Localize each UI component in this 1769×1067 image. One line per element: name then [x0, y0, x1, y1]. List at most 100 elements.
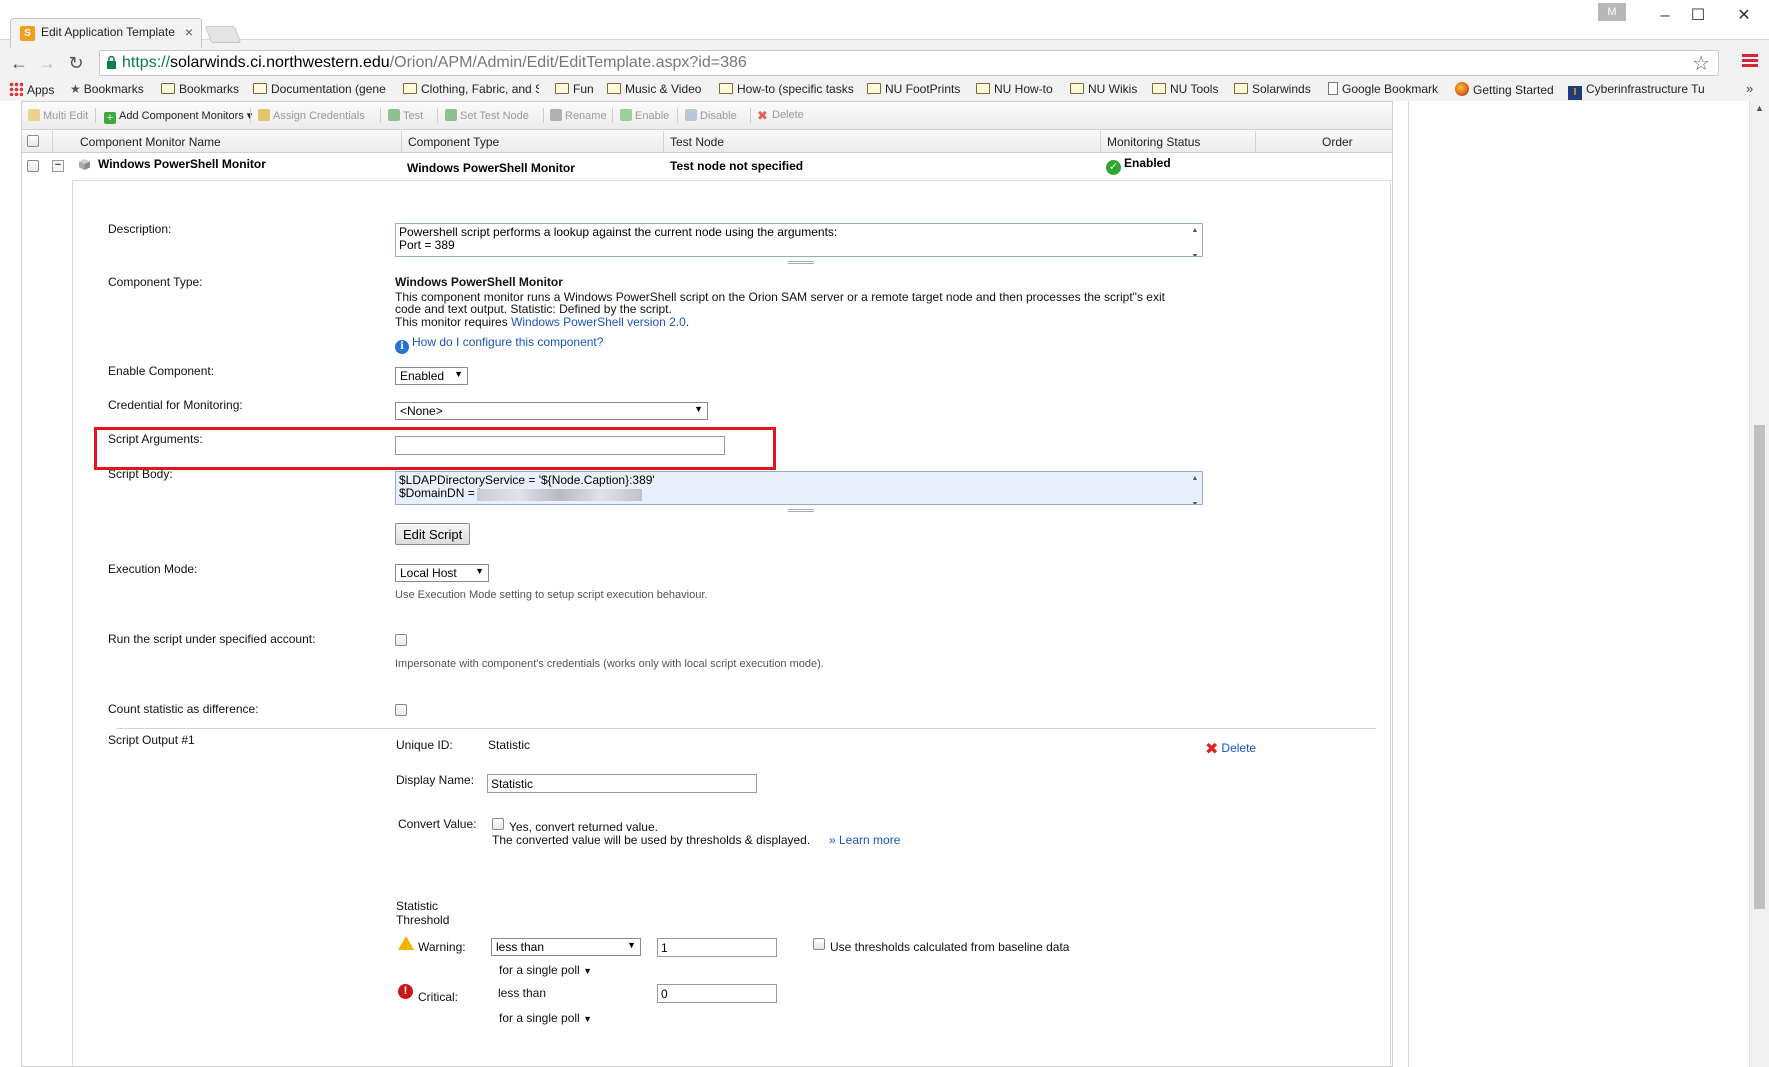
credential-label: Credential for Monitoring: [108, 398, 243, 412]
bookmark-folder-bookmarks[interactable]: Bookmarks [161, 82, 239, 96]
info-icon: i [395, 340, 409, 354]
learn-more-link[interactable]: » Learn more [829, 833, 900, 847]
scroll-up-icon[interactable]: ▲ [1755, 103, 1764, 113]
column-header-test-node[interactable]: Test Node [663, 131, 1093, 153]
bookmark-folder-clothing[interactable]: Clothing, Fabric, and S [403, 82, 539, 96]
edit-script-button[interactable]: Edit Script [395, 523, 471, 545]
solarwinds-favicon-icon: S [20, 26, 35, 41]
maximize-icon[interactable]: ☐ [1678, 4, 1718, 28]
run-as-checkbox[interactable] [395, 634, 407, 646]
baseline-label: Use thresholds calculated from baseline … [830, 940, 1070, 954]
howto-configure-link[interactable]: How do I configure this component? [412, 335, 603, 349]
execution-mode-select[interactable]: Local Host ▼ [395, 564, 489, 582]
warning-label: Warning: [418, 940, 466, 954]
assign-credentials-button[interactable]: Assign Credentials [258, 109, 365, 122]
requires-line: This monitor requires Windows PowerShell… [395, 315, 690, 329]
component-type-label: Component Type: [108, 275, 203, 289]
critical-icon: ! [398, 984, 413, 999]
enable-component-label: Enable Component: [108, 364, 215, 378]
bookmark-folder-howto[interactable]: How-to (specific tasks [719, 82, 855, 96]
collapse-icon[interactable]: − [52, 160, 64, 172]
powershell-version-link[interactable]: Windows PowerShell version 2.0 [511, 315, 686, 329]
warning-poll-dropdown[interactable]: for a single poll ▼ [499, 963, 592, 977]
disable-button[interactable]: Disable [685, 109, 737, 122]
row-checkbox[interactable] [27, 160, 39, 172]
resize-grip[interactable] [788, 261, 814, 264]
node-icon [445, 109, 457, 121]
folder-icon [867, 83, 881, 94]
unique-id-label: Unique ID: [396, 738, 453, 752]
bookmark-folder-nu-howto[interactable]: NU How-to [976, 82, 1053, 96]
credential-select[interactable]: <None> ▼ [395, 402, 708, 420]
textarea-scroll-arrows[interactable]: ▲ ▼ [1188, 224, 1202, 256]
bookmark-cyberinfrastructure[interactable]: I Cyberinfrastructure Tu [1568, 82, 1708, 100]
tab-close-icon[interactable]: × [185, 24, 193, 40]
address-bar[interactable]: https://solarwinds.ci.northwestern.edu/O… [99, 50, 1719, 76]
bookmark-google[interactable]: Google Bookmark [1328, 82, 1438, 96]
howto-row[interactable]: i How do I configure this component? [395, 335, 603, 354]
warning-threshold-input[interactable]: 1 [657, 938, 777, 957]
textarea-scroll-arrows[interactable]: ▲ ▼ [1188, 472, 1202, 504]
row-monitor-name: Windows PowerShell Monitor [98, 157, 266, 171]
component-type-title: Windows PowerShell Monitor [395, 275, 563, 289]
folder-icon [1070, 83, 1084, 94]
enable-button[interactable]: Enable [620, 109, 669, 122]
reload-icon[interactable]: ↻ [64, 51, 88, 75]
select-all-checkbox[interactable] [27, 135, 39, 147]
bookmark-getting-started[interactable]: Getting Started [1455, 82, 1554, 97]
critical-poll-dropdown[interactable]: for a single poll ▼ [499, 1011, 592, 1025]
bookmark-folder-nu-wikis[interactable]: NU Wikis [1070, 82, 1137, 96]
folder-icon [555, 83, 569, 94]
critical-threshold-input[interactable]: 0 [657, 984, 777, 1003]
test-button[interactable]: Test [388, 109, 423, 122]
multi-edit-button[interactable]: Multi Edit [28, 109, 88, 122]
bookmark-apps[interactable]: Apps [9, 82, 54, 97]
column-header-name[interactable]: Component Monitor Name [74, 131, 423, 153]
script-output-label: Script Output #1 [108, 733, 195, 747]
set-test-node-button[interactable]: Set Test Node [445, 109, 529, 122]
bookmark-star-icon[interactable]: ☆ [1692, 51, 1710, 76]
column-header-monitoring-status[interactable]: Monitoring Status [1100, 131, 1255, 153]
grid-header-row: Component Monitor Name Component Type Te… [22, 131, 1392, 153]
forward-icon[interactable]: → [35, 51, 59, 75]
warning-operator-select[interactable]: less than ▼ [491, 938, 641, 956]
close-window-icon[interactable]: ✕ [1724, 4, 1764, 28]
new-tab-button[interactable] [204, 26, 242, 43]
profile-button[interactable]: M [1598, 3, 1626, 21]
table-row[interactable]: − Windows PowerShell Monitor Windows Pow… [22, 154, 1392, 180]
page-scrollbar[interactable]: ▲ [1749, 101, 1769, 1067]
scroll-thumb[interactable] [1754, 425, 1765, 909]
enable-component-select[interactable]: Enabled ▼ [395, 367, 468, 385]
bookmark-folder-nu-footprints[interactable]: NU FootPrints [867, 82, 960, 96]
convert-value-checkbox[interactable] [492, 818, 504, 830]
rename-button[interactable]: Rename [550, 109, 607, 122]
url-domain: solarwinds.ci.northwestern.edu [170, 54, 390, 71]
delete-button[interactable]: ✖ Delete [757, 109, 804, 122]
delete-output-link[interactable]: ✖ Delete [1205, 739, 1256, 759]
bookmark-folder-documentation[interactable]: Documentation (gene [253, 82, 389, 96]
bookmark-bookmarks-star[interactable]: ★ Bookmarks [70, 82, 144, 96]
back-icon[interactable]: ← [7, 51, 31, 75]
column-header-order[interactable]: Order [1255, 131, 1392, 153]
bookmark-folder-music[interactable]: Music & Video [607, 82, 701, 96]
browser-menu-icon[interactable] [1742, 52, 1758, 72]
execution-mode-hint: Use Execution Mode setting to setup scri… [395, 589, 708, 601]
display-name-input[interactable]: Statistic [487, 774, 757, 793]
description-textarea[interactable]: Powershell script performs a lookup agai… [395, 223, 1203, 257]
component-type-description: This component monitor runs a Windows Po… [395, 290, 1165, 316]
count-diff-checkbox[interactable] [395, 704, 407, 716]
row-component-type: Windows PowerShell Monitor [407, 161, 575, 175]
more-bookmarks-icon[interactable]: » [1746, 81, 1753, 96]
execution-mode-label: Execution Mode: [108, 562, 198, 576]
bookmark-folder-solarwinds[interactable]: Solarwinds [1234, 82, 1311, 96]
baseline-checkbox[interactable] [813, 938, 825, 950]
column-header-type[interactable]: Component Type [401, 131, 649, 153]
bookmark-folder-fun[interactable]: Fun [555, 82, 594, 96]
browser-tab[interactable]: S Edit Application Template × [10, 18, 202, 48]
add-component-monitors-button[interactable]: + Add Component Monitors ▾ [104, 109, 252, 124]
caret-down-icon: ▼ [583, 1014, 592, 1024]
pencil-icon [28, 109, 40, 121]
resize-grip[interactable] [788, 509, 814, 512]
bookmark-folder-nu-tools[interactable]: NU Tools [1152, 82, 1218, 96]
convert-value-hint: The converted value will be used by thre… [492, 833, 811, 847]
